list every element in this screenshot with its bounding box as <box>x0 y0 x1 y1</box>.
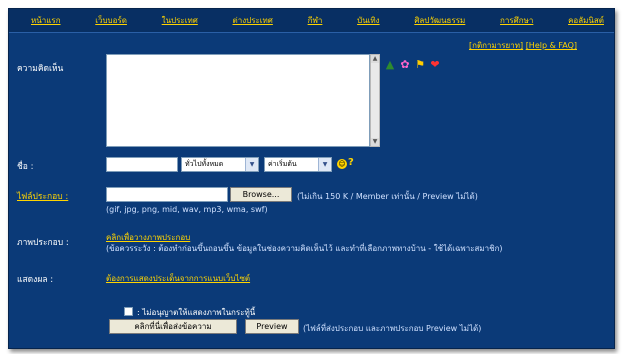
submit-button[interactable]: คลิกที่นี่เพื่อส่งข้อความ <box>109 319 237 334</box>
help-question-icon[interactable]: ? <box>348 157 354 168</box>
no-image-checkbox[interactable] <box>124 307 133 316</box>
attach-note: (ไม่เกิน 150 K / Member เท่านั้น / Previ… <box>297 192 478 201</box>
flag-icon[interactable]: ⚑ <box>414 59 426 71</box>
name-label: ชื่อ : <box>17 162 34 172</box>
nav-link-domestic[interactable]: ในประเทศ <box>162 14 198 27</box>
color-select[interactable]: ค่าเริ่มต้น ▼ <box>264 157 332 172</box>
top-navigation: หน้าแรก เว็บบอร์ด ในประเทศ ต่างประเทศ กี… <box>9 9 614 33</box>
opinion-textarea[interactable] <box>106 54 370 147</box>
display-label: แสดงผล : <box>17 275 54 285</box>
scroll-down-icon[interactable]: ▼ <box>371 138 379 146</box>
checkbox-label: : ไม่อนุญาตให้แสดงภาพในกระทู้นี้ <box>137 308 256 317</box>
chevron-down-icon: ▼ <box>318 158 331 171</box>
name-type-select[interactable]: ทั่วไปทั้งหมด ▼ <box>181 157 259 172</box>
help-faq-link[interactable]: [Help & FAQ] <box>526 41 577 50</box>
color-value: ค่าเริ่มต้น <box>268 160 297 168</box>
attach-label[interactable]: ไฟล์ประกอบ : <box>17 189 68 203</box>
scroll-up-icon[interactable]: ▲ <box>371 55 379 63</box>
display-link[interactable]: ต้องการแสดงประเด็นจากการแนบเว็บไซต์ <box>106 272 250 285</box>
nav-link-foreign[interactable]: ต่างประเทศ <box>233 14 273 27</box>
chevron-down-icon: ▼ <box>245 158 258 171</box>
browse-button[interactable]: Browse... <box>230 187 292 202</box>
smiley-icon[interactable]: ☺ <box>337 159 347 169</box>
tree-icon[interactable]: ▲ <box>384 59 396 71</box>
help-links: [กติกามารยาท] [Help & FAQ] <box>469 39 577 52</box>
terms-link[interactable]: [กติกามารยาท] <box>469 41 523 50</box>
nav-link-webboard[interactable]: เว็บบอร์ด <box>95 14 127 27</box>
nav-link-entertainment[interactable]: บันเทิง <box>357 14 379 27</box>
image-label: ภาพประกอบ : <box>17 238 69 248</box>
nav-link-columnist[interactable]: คอลัมนิสต์ <box>568 14 604 27</box>
nav-link-education[interactable]: การศึกษา <box>500 14 533 27</box>
opinion-label: ความคิดเห็น <box>17 64 64 74</box>
preview-note: (ไฟล์ที่ส่งประกอบ และภาพประกอบ Preview ไ… <box>303 324 482 333</box>
heart-icon[interactable]: ❤ <box>429 59 441 71</box>
image-note: (ข้อควรระวัง : ต้องทำก่อนขึ้นถอนขึ้น ข้อ… <box>106 244 503 253</box>
attach-types: (gif, jpg, png, mid, wav, mp3, wma, swf) <box>106 205 268 214</box>
flower-icon[interactable]: ✿ <box>399 59 411 71</box>
nav-link-sport[interactable]: กีฬา <box>308 14 323 27</box>
form-panel: หน้าแรก เว็บบอร์ด ในประเทศ ต่างประเทศ กี… <box>8 8 615 349</box>
file-input[interactable] <box>106 187 228 202</box>
name-type-value: ทั่วไปทั้งหมด <box>185 160 224 168</box>
preview-button[interactable]: Preview <box>245 319 299 334</box>
emoticon-bar: ▲ ✿ ⚑ ❤ <box>384 59 441 71</box>
name-input[interactable] <box>106 157 178 172</box>
nav-link-home[interactable]: หน้าแรก <box>31 14 61 27</box>
textarea-scrollbar[interactable]: ▲ ▼ <box>370 54 380 147</box>
nav-link-culture[interactable]: ศิลปวัฒนธรรม <box>414 14 465 27</box>
